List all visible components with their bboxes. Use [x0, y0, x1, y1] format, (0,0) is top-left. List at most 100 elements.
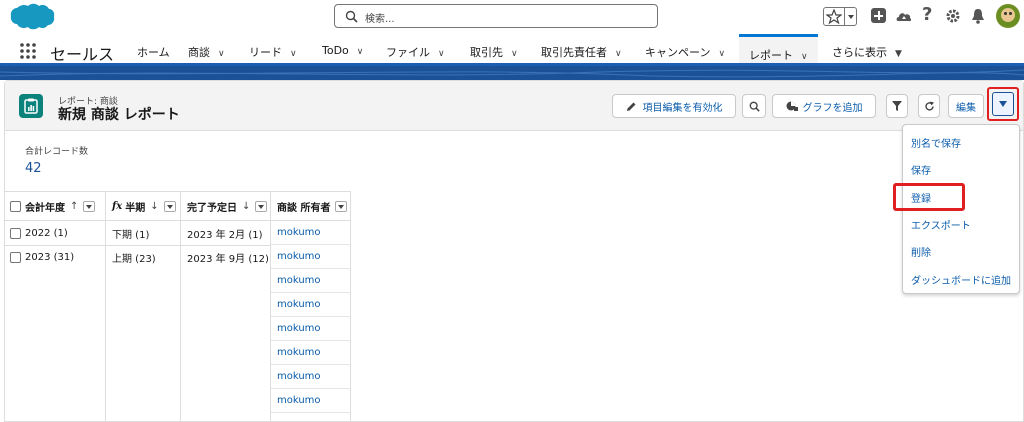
menu-item-add-to-dashboard[interactable]: ダッシュボードに追加: [903, 269, 1019, 289]
report-table: 会計年度 ↑ 2022 (1) 2023 (31) fx 半期 ↓ 下期 (1)…: [5, 191, 351, 422]
favorites-list-icon[interactable]: [844, 8, 857, 25]
chevron-down-icon[interactable]: ∨: [615, 49, 622, 59]
row-checkbox[interactable]: [10, 251, 21, 263]
filter-button[interactable]: [886, 94, 908, 118]
enable-field-editing-button[interactable]: 項目編集を有効化: [612, 94, 736, 118]
column-close-date: 完了予定日 ↓ 2023 年 2月 (1) 2023 年 9月 (12): [181, 192, 271, 422]
salesforce-logo[interactable]: [8, 2, 56, 34]
row-divider: [181, 245, 270, 246]
owner-link[interactable]: mokumo: [271, 221, 350, 245]
cell-value: 2022 (1): [25, 227, 68, 239]
nav-tab-label: ファイル: [386, 46, 430, 59]
caret-down-icon[interactable]: ▼: [895, 49, 902, 59]
column-header[interactable]: 商談 所有者: [271, 192, 350, 221]
column-half-period: fx 半期 ↓ 下期 (1) 上期 (23): [106, 192, 181, 422]
more-actions-dropdown-highlight: [987, 87, 1019, 121]
column-menu-icon[interactable]: [163, 200, 176, 212]
nav-tab-label: 取引先責任者: [541, 46, 607, 59]
edit-button[interactable]: 編集: [948, 94, 984, 118]
search-icon: [345, 10, 358, 23]
column-header[interactable]: fx 半期 ↓: [106, 192, 180, 221]
add-chart-button[interactable]: グラフを追加: [772, 94, 876, 118]
column-header-label: 半期: [125, 202, 146, 214]
report-header: レポート: 商談 新規 商談 レポート 項目編集を有効化 グラフを追加 編集: [5, 81, 1023, 131]
nav-tab-contacts[interactable]: 取引先責任者 ∨: [541, 44, 622, 60]
nav-tab-label: キャンペーン: [645, 46, 711, 59]
owner-link[interactable]: mokumo: [271, 317, 350, 341]
select-all-checkbox[interactable]: [10, 200, 21, 212]
owner-link[interactable]: mokumo: [271, 389, 350, 413]
app-launcher-icon[interactable]: [20, 43, 36, 59]
record-count-label: 合計レコード数: [25, 147, 89, 157]
row-checkbox[interactable]: [10, 227, 21, 239]
column-header[interactable]: 会計年度 ↑: [5, 192, 105, 221]
nav-tab-campaigns[interactable]: キャンペーン ∨: [645, 44, 725, 60]
group-cell: 下期 (1): [112, 229, 150, 241]
menu-item-export[interactable]: エクスポート: [903, 214, 1019, 234]
menu-item-delete[interactable]: 削除: [903, 241, 1019, 261]
sort-descending-icon[interactable]: ↓: [150, 201, 158, 212]
group-cell: 2023 年 9月 (12): [187, 253, 269, 265]
more-actions-button[interactable]: [992, 92, 1014, 116]
notifications-bell-icon[interactable]: [969, 7, 987, 25]
nav-more[interactable]: さらに表示 ▼: [832, 44, 902, 60]
chevron-down-icon[interactable]: ∨: [438, 49, 445, 59]
chevron-down-icon[interactable]: ∨: [218, 49, 225, 59]
caret-down-icon: [999, 101, 1007, 107]
owner-link[interactable]: mokumo: [271, 365, 350, 389]
group-cell: 上期 (23): [112, 253, 156, 265]
row-divider: [5, 245, 105, 246]
refresh-button[interactable]: [918, 94, 940, 118]
menu-item-save[interactable]: 保存: [903, 159, 1019, 179]
sort-descending-icon[interactable]: ↓: [242, 201, 250, 212]
owner-link[interactable]: mokumo: [271, 293, 350, 317]
user-avatar[interactable]: [996, 4, 1020, 28]
record-count-value: 42: [25, 161, 42, 176]
column-header-label: 完了予定日: [187, 202, 237, 214]
filter-icon: [892, 101, 902, 111]
owner-link[interactable]: mokumo: [271, 341, 350, 365]
chevron-down-icon[interactable]: ∨: [718, 49, 725, 59]
button-label: グラフを追加: [802, 102, 863, 114]
column-header[interactable]: 完了予定日 ↓: [181, 192, 270, 221]
search-report-button[interactable]: [742, 94, 766, 118]
decorative-band-pattern: [0, 69, 1024, 78]
column-menu-icon[interactable]: [255, 200, 268, 212]
owner-link[interactable]: mokumo: [271, 269, 350, 293]
column-header-label: 会計年度: [25, 202, 65, 214]
nav-tab-label: さらに表示: [832, 46, 887, 59]
nav-tab-label: リード: [249, 46, 282, 59]
trailhead-icon[interactable]: [895, 7, 913, 25]
global-search-input[interactable]: 検索...: [334, 4, 658, 28]
chevron-down-icon[interactable]: ∨: [357, 47, 364, 57]
column-header-label: 商談 所有者: [277, 202, 331, 214]
menu-item-save-as[interactable]: 別名で保存: [903, 132, 1019, 152]
group-cell: 2023 (31): [5, 245, 105, 269]
nav-tab-todo[interactable]: ToDo ∨: [322, 44, 363, 57]
app-name: セールス: [50, 45, 115, 64]
nav-tab-leads[interactable]: リード ∨: [249, 44, 297, 60]
search-icon: [749, 101, 760, 112]
favorites-button[interactable]: [823, 7, 857, 26]
help-icon[interactable]: ?: [922, 5, 940, 25]
column-menu-icon[interactable]: [83, 200, 96, 212]
nav-tab-files[interactable]: ファイル ∨: [386, 44, 445, 60]
owner-link[interactable]: mokumo: [271, 245, 350, 269]
pencil-icon: [626, 102, 635, 111]
chevron-down-icon[interactable]: ∨: [801, 52, 808, 62]
nav-tab-reports[interactable]: レポート ∨: [739, 34, 818, 63]
chevron-down-icon[interactable]: ∨: [511, 49, 518, 59]
nav-tab-home[interactable]: ホーム: [137, 44, 170, 60]
report-document-icon: [24, 98, 38, 114]
add-icon[interactable]: [871, 8, 886, 23]
setup-gear-icon[interactable]: [944, 7, 962, 25]
column-menu-icon[interactable]: [335, 200, 348, 212]
nav-tab-accounts[interactable]: 取引先 ∨: [470, 44, 518, 60]
chevron-down-icon[interactable]: ∨: [290, 49, 297, 59]
app-navigation-bar: セールス ホーム 商談 ∨ リード ∨ ToDo ∨ ファイル ∨ 取引先 ∨ 取引先責任…: [0, 34, 1024, 66]
report-card: レポート: 商談 新規 商談 レポート 項目編集を有効化 グラフを追加 編集 合…: [4, 80, 1024, 422]
nav-tab-opportunities[interactable]: 商談 ∨: [188, 44, 225, 60]
sort-ascending-icon[interactable]: ↑: [70, 201, 78, 212]
formula-icon: fx: [112, 200, 123, 212]
nav-tab-label: ホーム: [137, 46, 170, 59]
